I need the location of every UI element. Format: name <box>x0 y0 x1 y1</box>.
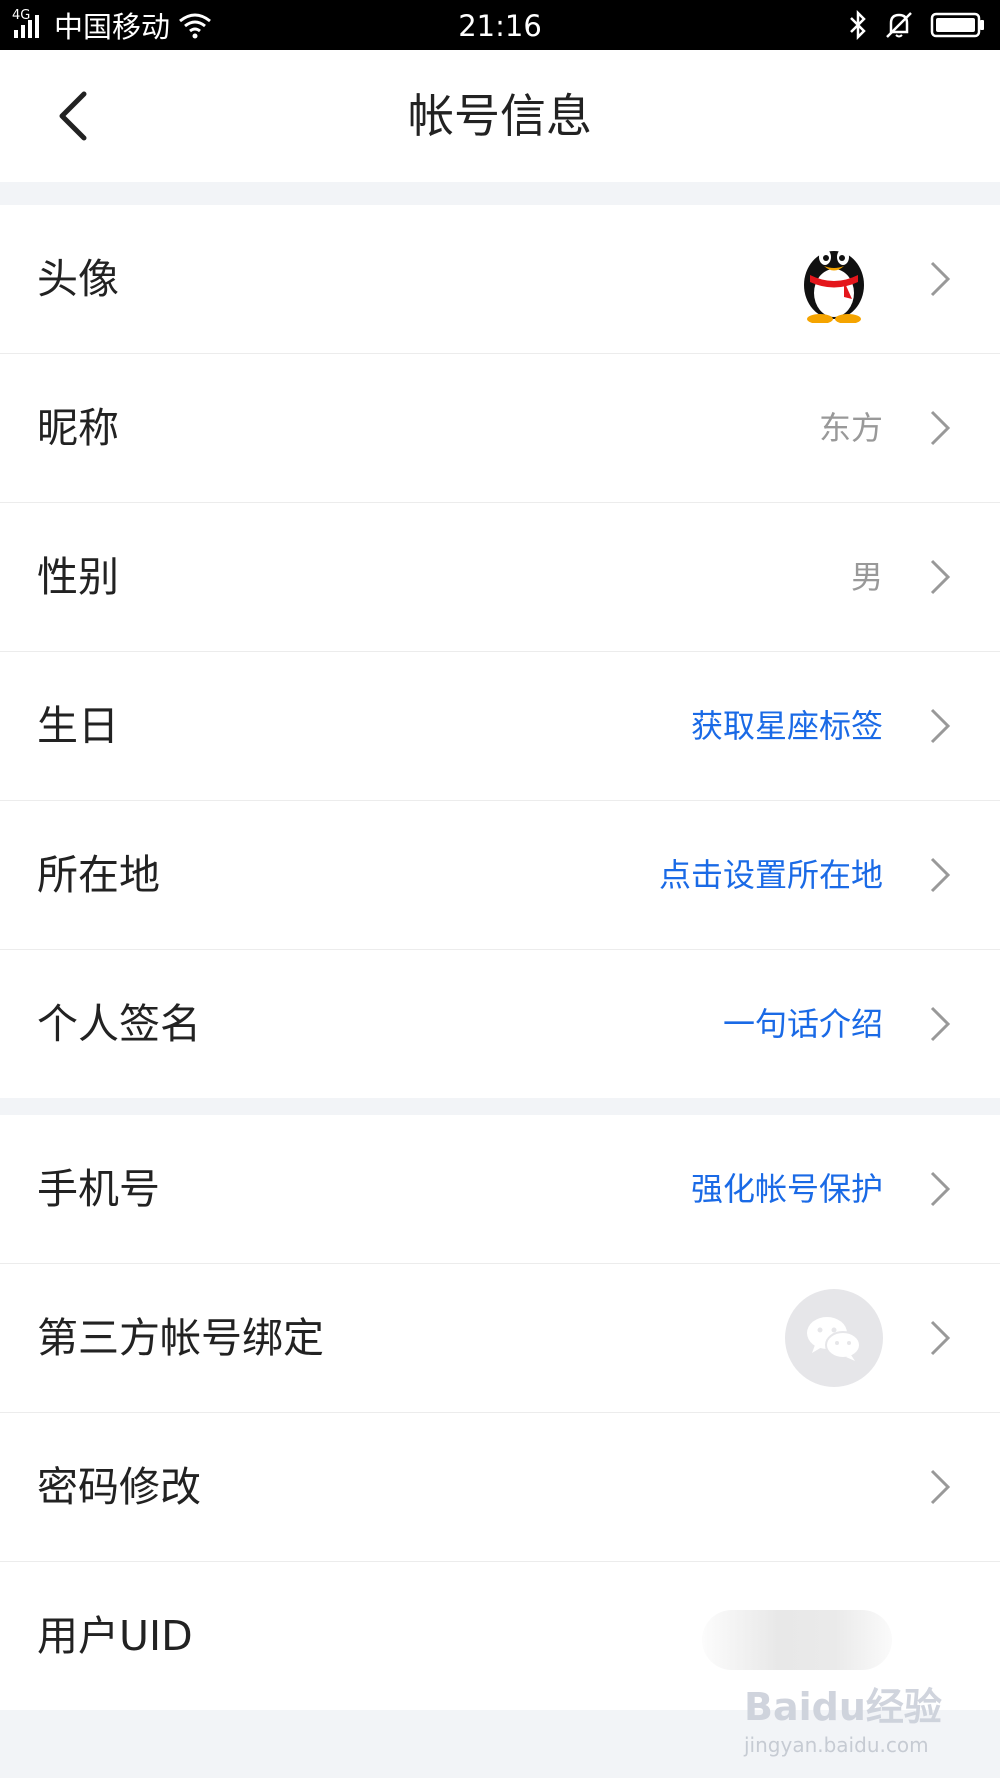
baidu-watermark: Baidu经验 jingyan.baidu.com <box>744 1676 944 1757</box>
row-password[interactable]: 密码修改 <box>0 1412 1000 1561</box>
row-label: 性别 <box>37 553 119 601</box>
wechat-icon[interactable] <box>785 1289 883 1387</box>
row-label: 用户UID <box>37 1612 193 1660</box>
row-avatar[interactable]: 头像 <box>0 205 1000 353</box>
row-label: 密码修改 <box>37 1463 201 1511</box>
chevron-right-icon <box>930 410 951 446</box>
row-label: 头像 <box>37 255 119 303</box>
row-nickname[interactable]: 昵称 东方 <box>0 353 1000 502</box>
row-birthday[interactable]: 生日 获取星座标签 <box>0 651 1000 800</box>
row-signature[interactable]: 个人签名 一句话介绍 <box>0 949 1000 1098</box>
page-title: 帐号信息 <box>408 89 592 143</box>
row-value: 东方 <box>818 409 883 447</box>
chevron-right-icon <box>930 1171 951 1207</box>
row-phone[interactable]: 手机号 强化帐号保护 <box>0 1115 1000 1263</box>
row-label: 生日 <box>37 702 119 750</box>
battery-icon <box>930 12 984 38</box>
status-bar: 4G 中国移动 21:16 <box>0 0 1000 50</box>
chevron-right-icon <box>930 261 951 297</box>
row-label: 手机号 <box>37 1165 160 1213</box>
row-value-link[interactable]: 强化帐号保护 <box>691 1115 883 1263</box>
row-gender[interactable]: 性别 男 <box>0 502 1000 651</box>
row-label: 第三方帐号绑定 <box>37 1314 324 1362</box>
nav-bar: 帐号信息 <box>0 50 1000 182</box>
row-value-link[interactable]: 点击设置所在地 <box>659 801 883 949</box>
mute-bell-icon <box>886 12 912 38</box>
row-value-link[interactable]: 获取星座标签 <box>691 652 883 800</box>
row-label: 所在地 <box>37 851 160 899</box>
row-value: 男 <box>850 558 883 596</box>
chevron-right-icon <box>930 708 951 744</box>
chevron-right-icon <box>930 1320 951 1356</box>
watermark-brand: Baidu经验 <box>744 1685 942 1729</box>
qq-penguin-icon <box>804 249 864 323</box>
chevron-right-icon <box>930 1469 951 1505</box>
chevron-right-icon <box>930 857 951 893</box>
row-third-party[interactable]: 第三方帐号绑定 <box>0 1263 1000 1412</box>
blurred-uid-value <box>702 1610 892 1670</box>
row-label: 个人签名 <box>37 1000 201 1048</box>
chevron-right-icon <box>930 1006 951 1042</box>
chevron-right-icon <box>930 559 951 595</box>
security-group: 手机号 强化帐号保护 第三方帐号绑定 密码修改 用户UID <box>0 1115 1000 1710</box>
watermark-url: jingyan.baidu.com <box>744 1733 929 1757</box>
row-location[interactable]: 所在地 点击设置所在地 <box>0 800 1000 949</box>
row-value-link[interactable]: 一句话介绍 <box>723 950 883 1098</box>
row-label: 昵称 <box>37 404 119 452</box>
profile-group: 头像 昵称 东方 性别 男 生日 获取星座标签 所在地 点击设置所在地 个人签名… <box>0 205 1000 1098</box>
bluetooth-icon <box>850 10 866 40</box>
